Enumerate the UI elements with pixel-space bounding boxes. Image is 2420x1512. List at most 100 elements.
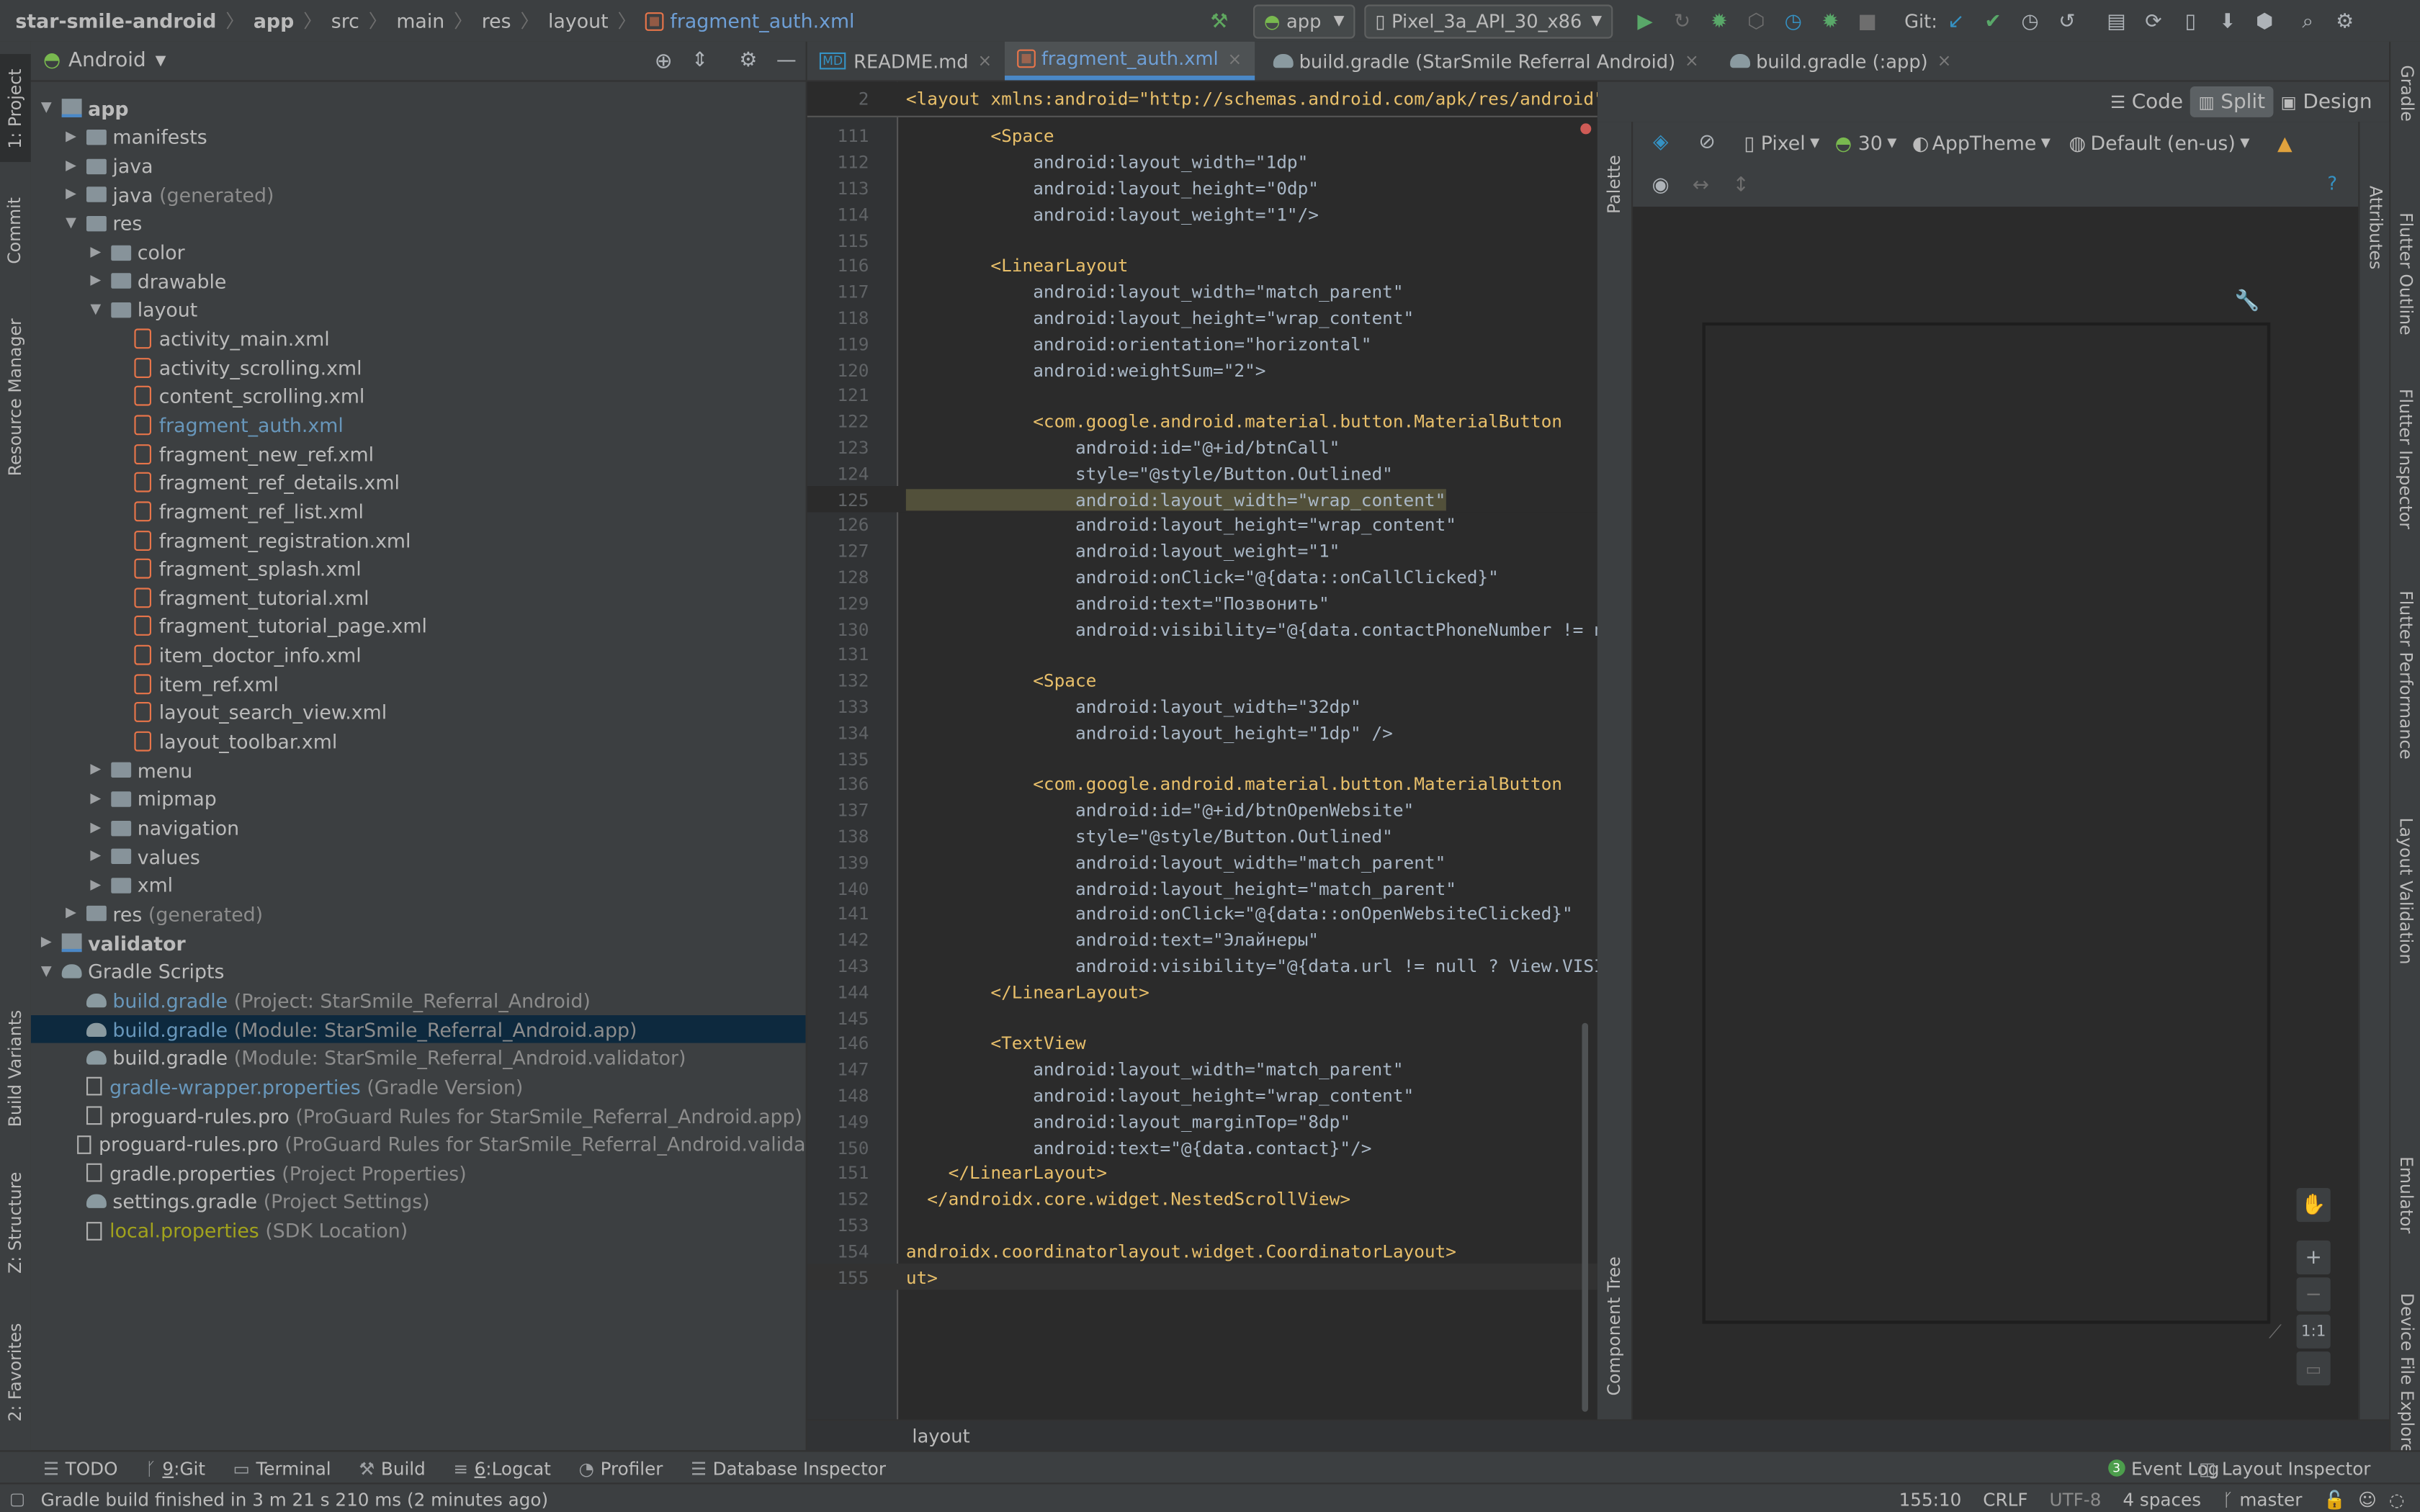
tab-build-gradle-app[interactable]: build.gradle (:app) ×: [1711, 42, 1964, 81]
zoom-in-icon[interactable]: +: [2296, 1240, 2331, 1274]
expand-closed-icon[interactable]: ▶: [62, 906, 81, 922]
crumb-src[interactable]: src: [331, 9, 359, 32]
tree-item[interactable]: fragment_new_ref.xml: [31, 439, 806, 468]
wrench-icon[interactable]: 🔧: [2235, 290, 2260, 313]
code-line[interactable]: 138 style="@style/Button.Outlined": [807, 823, 1597, 849]
preview-device-select[interactable]: Pixel: [1761, 130, 1806, 153]
tool-tab-structure[interactable]: Z: Structure: [0, 1160, 31, 1283]
code-line[interactable]: 121: [807, 382, 1597, 408]
tool-tab-project[interactable]: 1: Project: [0, 54, 31, 162]
eye-icon[interactable]: ◉: [1645, 170, 1676, 201]
code-line[interactable]: 155 ut>: [807, 1264, 1597, 1290]
tree-item[interactable]: ▶ navigation: [31, 814, 806, 842]
tree-item[interactable]: fragment_splash.xml: [31, 554, 806, 583]
xml-breadcrumb[interactable]: layout: [912, 1426, 969, 1447]
tool-tab-device-file-explorer[interactable]: Device File Explorer: [2390, 1276, 2420, 1477]
code-line[interactable]: 136 <com.google.android.material.button.…: [807, 771, 1597, 797]
crumb-module[interactable]: app: [254, 9, 294, 32]
code-editor[interactable]: 2 <layout xmlns:android="http://schemas.…: [807, 81, 1597, 1420]
expand-closed-icon[interactable]: ▶: [86, 791, 105, 806]
close-icon[interactable]: ×: [1685, 51, 1699, 71]
tool-tab-flutter-outline[interactable]: Flutter Outline: [2390, 196, 2420, 350]
code-line[interactable]: 128 android:onClick="@{data::onCallClick…: [807, 564, 1597, 590]
code-line[interactable]: 118 android:layout_height="wrap_content": [807, 305, 1597, 330]
code-line[interactable]: 149 android:layout_marginTop="8dp": [807, 1108, 1597, 1134]
code-line[interactable]: 112 android:layout_width="1dp": [807, 149, 1597, 175]
code-line[interactable]: 153: [807, 1212, 1597, 1238]
split-mode-button[interactable]: ▥ Split: [2190, 86, 2273, 117]
warning-icon[interactable]: ▲: [2277, 130, 2293, 153]
zoom-out-icon[interactable]: −: [2296, 1277, 2331, 1312]
file-encoding[interactable]: UTF-8: [2050, 1488, 2102, 1510]
tree-item[interactable]: fragment_registration.xml: [31, 526, 806, 554]
git-commit-icon[interactable]: ✔: [1978, 6, 2009, 37]
crumb-main[interactable]: main: [396, 9, 444, 32]
tool-tab-gradle[interactable]: Gradle: [2390, 51, 2420, 136]
tab-fragment-auth[interactable]: fragment_auth.xml ×: [1004, 41, 1255, 81]
tree-item[interactable]: ▼ Gradle Scripts: [31, 958, 806, 986]
plugins-icon[interactable]: ⚙: [2329, 6, 2360, 37]
theme-select[interactable]: AppTheme: [1932, 130, 2037, 153]
design-mode-button[interactable]: ▣ Design: [2273, 86, 2380, 117]
status-message[interactable]: Gradle build finished in 3 m 21 s 210 ms…: [41, 1488, 549, 1510]
code-line[interactable]: 122 <com.google.android.material.button.…: [807, 408, 1597, 434]
bottom-tab-git[interactable]: ᚴ9: Git: [145, 1457, 205, 1479]
code-line[interactable]: 124 style="@style/Button.Outlined": [807, 460, 1597, 486]
tool-tab-build-variants[interactable]: Build Variants: [0, 991, 31, 1145]
tool-tab-favorites[interactable]: 2: Favorites: [0, 1307, 31, 1438]
expand-closed-icon[interactable]: ▶: [62, 187, 81, 202]
git-update-icon[interactable]: ↙: [1940, 6, 1971, 37]
tool-tab-resource-manager[interactable]: Resource Manager: [0, 304, 31, 489]
tree-item[interactable]: fragment_tutorial.xml: [31, 583, 806, 612]
hide-panel-icon[interactable]: —: [776, 50, 797, 73]
code-line[interactable]: 116 <LinearLayout: [807, 253, 1597, 279]
code-line[interactable]: 123 android:id="@+id/btnCall": [807, 434, 1597, 460]
code-line[interactable]: 140 android:layout_height="match_parent": [807, 875, 1597, 901]
component-tree-tab[interactable]: Component Tree: [1597, 1241, 1631, 1410]
profile-icon[interactable]: ◷: [1778, 6, 1809, 37]
tree-item[interactable]: ▶ menu: [31, 756, 806, 785]
code-line[interactable]: 113 android:layout_height="0dp": [807, 175, 1597, 201]
attach-debugger-icon[interactable]: ⬡: [1741, 6, 1772, 37]
tree-item[interactable]: gradle.properties (Project Properties): [31, 1158, 806, 1187]
device-select[interactable]: ▯ Pixel_3a_API_30_x86 ▼: [1364, 4, 1613, 39]
code-line[interactable]: 152 </androidx.core.widget.NestedScrollV…: [807, 1186, 1597, 1212]
tool-tab-commit[interactable]: Commit: [0, 184, 31, 276]
notifications-icon[interactable]: ◌: [2389, 1488, 2405, 1510]
tool-tab-layout-validation[interactable]: Layout Validation: [2390, 806, 2420, 976]
tree-item[interactable]: fragment_ref_list.xml: [31, 497, 806, 526]
tool-tab-flutter-performance[interactable]: Flutter Performance: [2390, 574, 2420, 775]
git-rollback-icon[interactable]: ↺: [2051, 6, 2082, 37]
layers-icon[interactable]: ◈: [1645, 127, 1676, 158]
close-icon[interactable]: ×: [1228, 49, 1242, 69]
search-icon[interactable]: ⌕: [2293, 6, 2323, 37]
code-line[interactable]: 129 android:text="Позвонить": [807, 590, 1597, 616]
avd-manager-icon[interactable]: ▯: [2175, 6, 2206, 37]
bottom-tab-profiler[interactable]: ◔ Profiler: [579, 1457, 663, 1479]
tree-item[interactable]: ▼ app: [31, 94, 806, 123]
git-branch[interactable]: master: [2239, 1488, 2302, 1510]
layout-inspector-tab[interactable]: ◫ Layout Inspector: [2199, 1457, 2370, 1479]
tree-item[interactable]: proguard-rules.pro (ProGuard Rules for St…: [31, 1130, 806, 1158]
code-line[interactable]: 133 android:layout_width="32dp": [807, 693, 1597, 719]
code-line[interactable]: 111 <Space: [807, 123, 1597, 149]
code-line[interactable]: 148 android:layout_height="wrap_content": [807, 1082, 1597, 1108]
bottom-tab-logcat[interactable]: ≡ 6: Logcat: [453, 1457, 551, 1479]
tree-item[interactable]: item_doctor_info.xml: [31, 641, 806, 670]
toggle-tool-windows-icon[interactable]: ▢: [9, 1489, 25, 1509]
expand-closed-icon[interactable]: ▶: [62, 158, 81, 174]
expand-closed-icon[interactable]: ▶: [62, 130, 81, 145]
device-manager-icon[interactable]: ⬢: [2249, 6, 2280, 37]
bottom-tab-database-inspector[interactable]: ☰ Database Inspector: [691, 1457, 886, 1479]
expand-closed-icon[interactable]: ▶: [37, 935, 55, 950]
debug-icon[interactable]: ✹: [1704, 6, 1735, 37]
tree-item[interactable]: proguard-rules.pro (ProGuard Rules for St…: [31, 1101, 806, 1130]
caret-position[interactable]: 155:10: [1899, 1488, 1962, 1510]
code-line[interactable]: 131: [807, 642, 1597, 667]
design-canvas[interactable]: 🔧 ⟋ ✋ + − 1:1 ▭: [1633, 207, 2359, 1420]
code-line[interactable]: 144 </LinearLayout>: [807, 978, 1597, 1004]
close-icon[interactable]: ×: [1937, 51, 1952, 71]
tree-item[interactable]: ▶ manifests: [31, 123, 806, 152]
code-line[interactable]: 141 android:onClick="@{data::onOpenWebsi…: [807, 901, 1597, 927]
expand-closed-icon[interactable]: ▶: [86, 762, 105, 778]
